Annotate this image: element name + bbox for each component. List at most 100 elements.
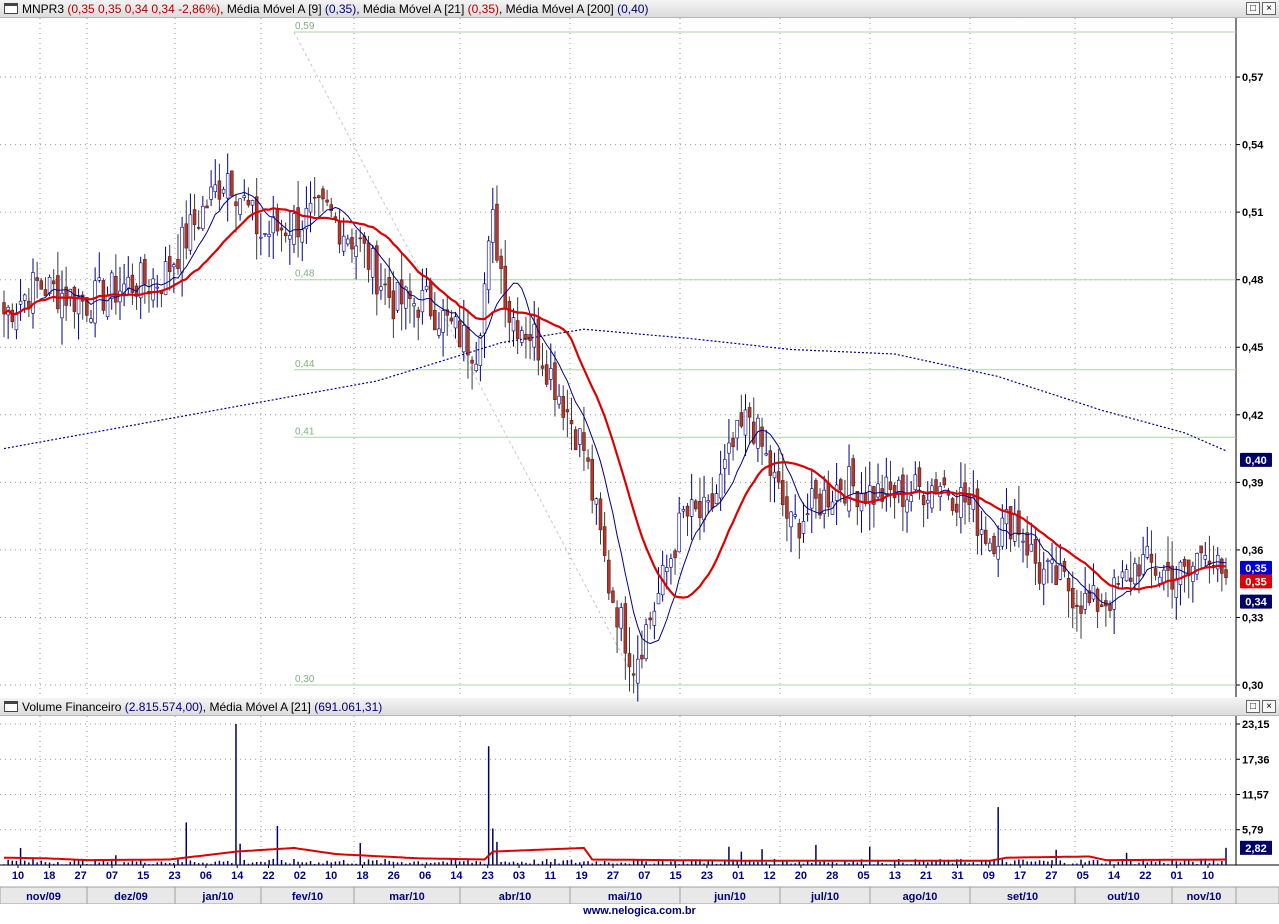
x-day-label: 09 (983, 870, 995, 882)
candle-up (412, 303, 416, 307)
candle-up (263, 233, 267, 235)
candle-down (785, 496, 789, 519)
volume-y-tick-label: 11,57 (1242, 790, 1269, 802)
candle-up (474, 363, 478, 371)
x-day-label: 14 (231, 870, 244, 882)
x-day-label: 23 (168, 870, 180, 882)
x-day-label: 27 (1045, 870, 1057, 882)
candle-up (532, 323, 536, 348)
candle-up (441, 310, 445, 333)
candle-down (573, 429, 578, 451)
candle-up (810, 488, 814, 509)
candle-up (250, 200, 255, 206)
x-month-label: set/10 (1007, 891, 1038, 903)
candle-up (988, 542, 992, 551)
candle-up (1162, 569, 1166, 584)
last-value-badge-label: 0,35 (1245, 563, 1266, 575)
volume-last-value-badge-label: 2,82 (1245, 843, 1266, 855)
price-y-tick-label: 0,30 (1242, 680, 1263, 692)
x-month-label: ago/10 (903, 891, 938, 903)
x-month-label: nov/10 (1187, 891, 1222, 903)
candle-down (246, 199, 251, 206)
candle-up (14, 312, 19, 331)
candle-up (242, 195, 247, 198)
candle-down (230, 170, 234, 197)
candle-up (1046, 560, 1050, 562)
candle-up (395, 282, 400, 311)
candle-down (781, 480, 785, 506)
candle-down (540, 365, 545, 369)
candle-up (619, 607, 623, 629)
candle-down (72, 286, 77, 312)
x-month-label: fev/10 (292, 891, 323, 903)
candle-down (1108, 603, 1112, 611)
x-month-label: abr/10 (499, 891, 531, 903)
x-day-label: 27 (75, 870, 87, 882)
candle-down (826, 482, 831, 508)
price-y-tick-label: 0,42 (1242, 410, 1263, 422)
fib-level-label: 0,41 (295, 426, 315, 437)
candle-up (876, 483, 880, 498)
footer-site[interactable]: www.nelogica.com.br (0, 905, 1279, 917)
candle-up (424, 285, 429, 290)
candle-down (1025, 532, 1029, 556)
candle-up (1058, 563, 1063, 580)
stock-chart[interactable]: 0,57 0,54 0,51 0,48 0,45 0,42 0,39 0,36 0,33 0,30… (0, 0, 1279, 904)
candle-up (677, 512, 681, 553)
price-y-tick-label: 0,33 (1242, 612, 1263, 624)
candle-down (167, 256, 172, 272)
x-day-label: 23 (482, 870, 494, 882)
candle-up (18, 300, 23, 305)
candle-up (126, 276, 131, 289)
candle-up (652, 610, 657, 626)
candle-up (288, 235, 292, 240)
fib-level-label: 0,30 (295, 674, 315, 685)
candle-down (217, 180, 222, 200)
candle-down (814, 480, 818, 499)
candle-down (1095, 588, 1100, 612)
candle-down (184, 223, 189, 249)
candle-down (950, 498, 955, 511)
last-value-badge-label: 0,35 (1245, 576, 1266, 588)
x-day-label: 06 (200, 870, 212, 882)
candle-up (151, 278, 155, 301)
candle-up (1112, 577, 1116, 610)
x-month-label: mar/10 (389, 891, 424, 903)
candle-up (478, 335, 483, 366)
candle-down (350, 237, 354, 250)
candle-down (1075, 604, 1079, 607)
x-day-label: 14 (450, 870, 463, 882)
x-day-label: 12 (763, 870, 775, 882)
candle-up (225, 173, 230, 199)
candle-up (491, 209, 495, 243)
x-day-label: 31 (951, 870, 963, 882)
candle-up (188, 214, 193, 251)
candle-down (416, 309, 420, 318)
candle-down (507, 301, 512, 323)
candle-up (379, 286, 383, 291)
candle-up (1141, 554, 1145, 575)
candle-down (739, 412, 744, 427)
candle-up (346, 238, 350, 245)
candle-down (1224, 569, 1228, 579)
candle-down (366, 242, 371, 270)
candle-down (192, 209, 197, 225)
candle-down (383, 283, 387, 286)
x-month-label: dez/09 (114, 891, 148, 903)
candle-up (689, 499, 694, 517)
candle-down (731, 437, 735, 448)
x-day-label: 11 (545, 870, 557, 882)
candle-up (259, 236, 263, 239)
candle-up (681, 509, 686, 512)
candle-down (615, 607, 619, 628)
candle-down (387, 277, 391, 298)
x-day-label: 02 (294, 870, 306, 882)
candle-up (706, 500, 710, 503)
x-day-label: 21 (920, 870, 932, 882)
x-month-label: jan/10 (201, 891, 233, 903)
x-day-label: 01 (1171, 870, 1183, 882)
x-day-label: 27 (607, 870, 619, 882)
candle-down (839, 479, 843, 491)
candle-down (698, 501, 702, 519)
candle-up (420, 290, 425, 313)
